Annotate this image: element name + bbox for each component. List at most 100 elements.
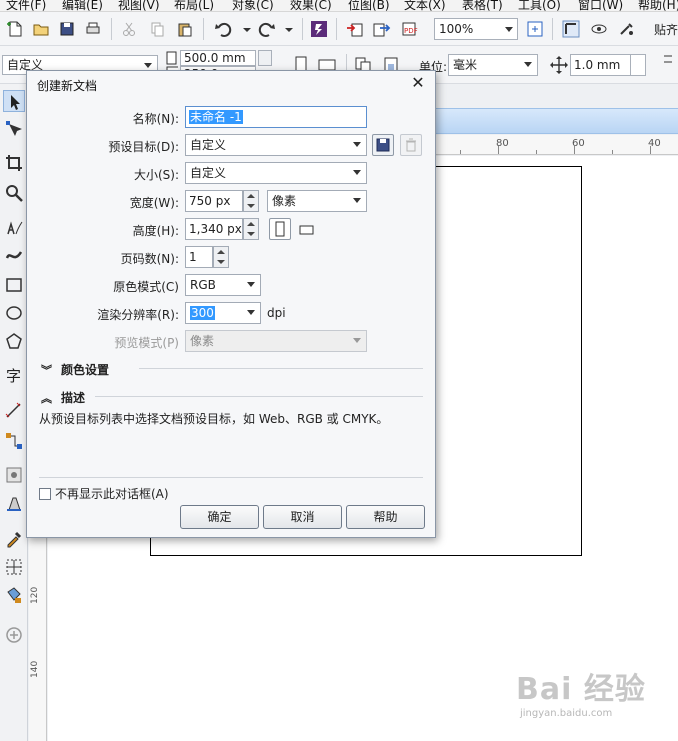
menu-object[interactable]: 对象(C) xyxy=(232,0,274,11)
duplicate-distance-icon[interactable] xyxy=(660,50,678,72)
landscape-button[interactable] xyxy=(297,222,319,236)
menu-window[interactable]: 窗口(W) xyxy=(578,0,623,11)
new-document-icon[interactable] xyxy=(4,18,26,40)
text-tool-icon[interactable]: 字 xyxy=(3,364,25,386)
close-icon[interactable]: ✕ xyxy=(409,74,427,92)
chevron-down-icon xyxy=(505,27,513,32)
delete-preset-button[interactable] xyxy=(400,134,422,156)
size-combo[interactable]: 自定义 xyxy=(185,162,367,184)
menu-layout[interactable]: 布局(L) xyxy=(174,0,214,11)
menu-effects[interactable]: 效果(C) xyxy=(290,0,332,11)
rulers-toggle-icon[interactable] xyxy=(560,18,582,40)
shadow-tool-icon[interactable] xyxy=(3,464,25,486)
freehand-tool-icon[interactable] xyxy=(3,216,25,238)
name-input[interactable]: 未命名 -1 xyxy=(185,106,367,128)
open-folder-icon[interactable] xyxy=(30,18,52,40)
rectangle-tool-icon[interactable] xyxy=(3,274,25,296)
name-label: 名称(N): xyxy=(132,112,179,126)
nudge-spinner[interactable] xyxy=(630,55,644,75)
width-spinner[interactable] xyxy=(243,190,259,212)
menu-text[interactable]: 文本(X) xyxy=(404,0,446,11)
menu-table[interactable]: 表格(T) xyxy=(462,0,503,11)
portrait-icon xyxy=(275,221,285,237)
name-value: 未命名 -1 xyxy=(189,110,243,124)
height-spinner[interactable] xyxy=(243,218,259,240)
cancel-button[interactable]: 取消 xyxy=(263,505,342,529)
page-width-spinner[interactable] xyxy=(258,50,272,66)
copy-icon[interactable] xyxy=(146,18,168,40)
save-preset-button[interactable] xyxy=(372,134,394,156)
undo-dropdown-icon[interactable] xyxy=(236,18,258,40)
size-label: 大小(S): xyxy=(133,168,179,182)
options-icon[interactable] xyxy=(616,18,638,40)
page-width-row: 500.0 mm xyxy=(166,50,274,66)
preview-mode-combo: 像素 xyxy=(185,330,367,352)
zoom-to-page-icon[interactable] xyxy=(524,18,546,40)
width-unit-combo[interactable]: 像素 xyxy=(267,190,367,212)
shape-tool-icon[interactable] xyxy=(3,118,25,140)
paste-icon[interactable] xyxy=(174,18,196,40)
dont-show-again-row[interactable]: 不再显示此对话框(A) xyxy=(39,485,169,502)
print-icon[interactable] xyxy=(82,18,104,40)
portrait-button[interactable] xyxy=(269,218,291,240)
description-toggle[interactable]: ︽ 描述 xyxy=(41,389,85,406)
horizontal-ruler: 80 60 40 xyxy=(434,135,678,155)
export-icon[interactable] xyxy=(370,18,392,40)
snap-to-label[interactable]: 贴齐 xyxy=(654,21,678,38)
zoom-tool-icon[interactable] xyxy=(3,182,25,204)
interactive-fill-icon[interactable] xyxy=(3,556,25,578)
publish-pdf-icon[interactable]: PDF xyxy=(398,18,420,40)
color-mode-combo[interactable]: RGB xyxy=(185,274,261,296)
resolution-value: 300 xyxy=(190,306,215,320)
unit-value: 毫米 xyxy=(453,58,478,72)
ok-button[interactable]: 确定 xyxy=(180,505,259,529)
ellipse-tool-icon[interactable] xyxy=(3,302,25,324)
color-settings-toggle[interactable]: ︾ 颜色设置 xyxy=(41,361,109,378)
pick-tool-icon[interactable] xyxy=(3,90,25,112)
chevron-down-icon xyxy=(144,63,152,68)
smart-fill-icon[interactable] xyxy=(3,584,25,606)
unit-combo[interactable]: 毫米 xyxy=(448,54,538,76)
menu-file[interactable]: 文件(F) xyxy=(6,0,46,11)
redo-dropdown-icon[interactable] xyxy=(278,18,300,40)
save-icon[interactable] xyxy=(56,18,78,40)
chevron-down-icon xyxy=(353,198,361,203)
menu-tools[interactable]: 工具(O) xyxy=(518,0,561,11)
pages-input[interactable]: 1 xyxy=(185,246,213,268)
polygon-tool-icon[interactable] xyxy=(3,330,25,352)
resolution-combo[interactable]: 300 xyxy=(185,302,261,324)
watermark-text: Bai 经验 xyxy=(516,672,646,707)
create-document-dialog: 创建新文档 ✕ 名称(N): 未命名 -1 预设目标(D): 自定义 大小(S)… xyxy=(26,70,436,538)
view-mode-icon[interactable] xyxy=(588,18,610,40)
redo-icon[interactable] xyxy=(256,18,278,40)
add-tool-icon[interactable] xyxy=(3,624,25,646)
connector-tool-icon[interactable] xyxy=(3,430,25,452)
cut-icon[interactable] xyxy=(118,18,140,40)
artistic-media-icon[interactable] xyxy=(3,244,25,266)
height-label: 高度(H): xyxy=(132,224,179,238)
menu-bar: 文件(F) 编辑(E) 视图(V) 布局(L) 对象(C) 效果(C) 位图(B… xyxy=(0,0,678,12)
description-text: 从预设目标列表中选择文档预设目标，如 Web、RGB 或 CMYK。 xyxy=(39,412,389,426)
toolbox: 字 xyxy=(0,84,28,741)
transparency-tool-icon[interactable] xyxy=(3,492,25,514)
preset-combo[interactable]: 自定义 xyxy=(185,134,367,156)
crop-tool-icon[interactable] xyxy=(3,152,25,174)
import-icon[interactable] xyxy=(344,18,366,40)
undo-icon[interactable] xyxy=(212,18,234,40)
trash-icon xyxy=(406,138,416,152)
dont-show-checkbox[interactable] xyxy=(39,488,51,500)
page-width-input[interactable]: 500.0 mm xyxy=(180,50,256,66)
menu-bitmap[interactable]: 位图(B) xyxy=(348,0,390,11)
width-unit-value: 像素 xyxy=(272,194,297,208)
menu-edit[interactable]: 编辑(E) xyxy=(62,0,103,11)
dimension-tool-icon[interactable] xyxy=(3,400,25,422)
search-content-icon[interactable] xyxy=(308,18,330,40)
width-input[interactable]: 750 px xyxy=(185,190,243,212)
help-button[interactable]: 帮助 xyxy=(346,505,425,529)
menu-help[interactable]: 帮助(H) xyxy=(638,0,678,11)
zoom-level-combo[interactable]: 100% xyxy=(434,18,518,40)
eyedropper-tool-icon[interactable] xyxy=(3,528,25,550)
pages-spinner[interactable] xyxy=(213,246,229,268)
menu-view[interactable]: 视图(V) xyxy=(118,0,160,11)
height-input[interactable]: 1,340 px xyxy=(185,218,243,240)
